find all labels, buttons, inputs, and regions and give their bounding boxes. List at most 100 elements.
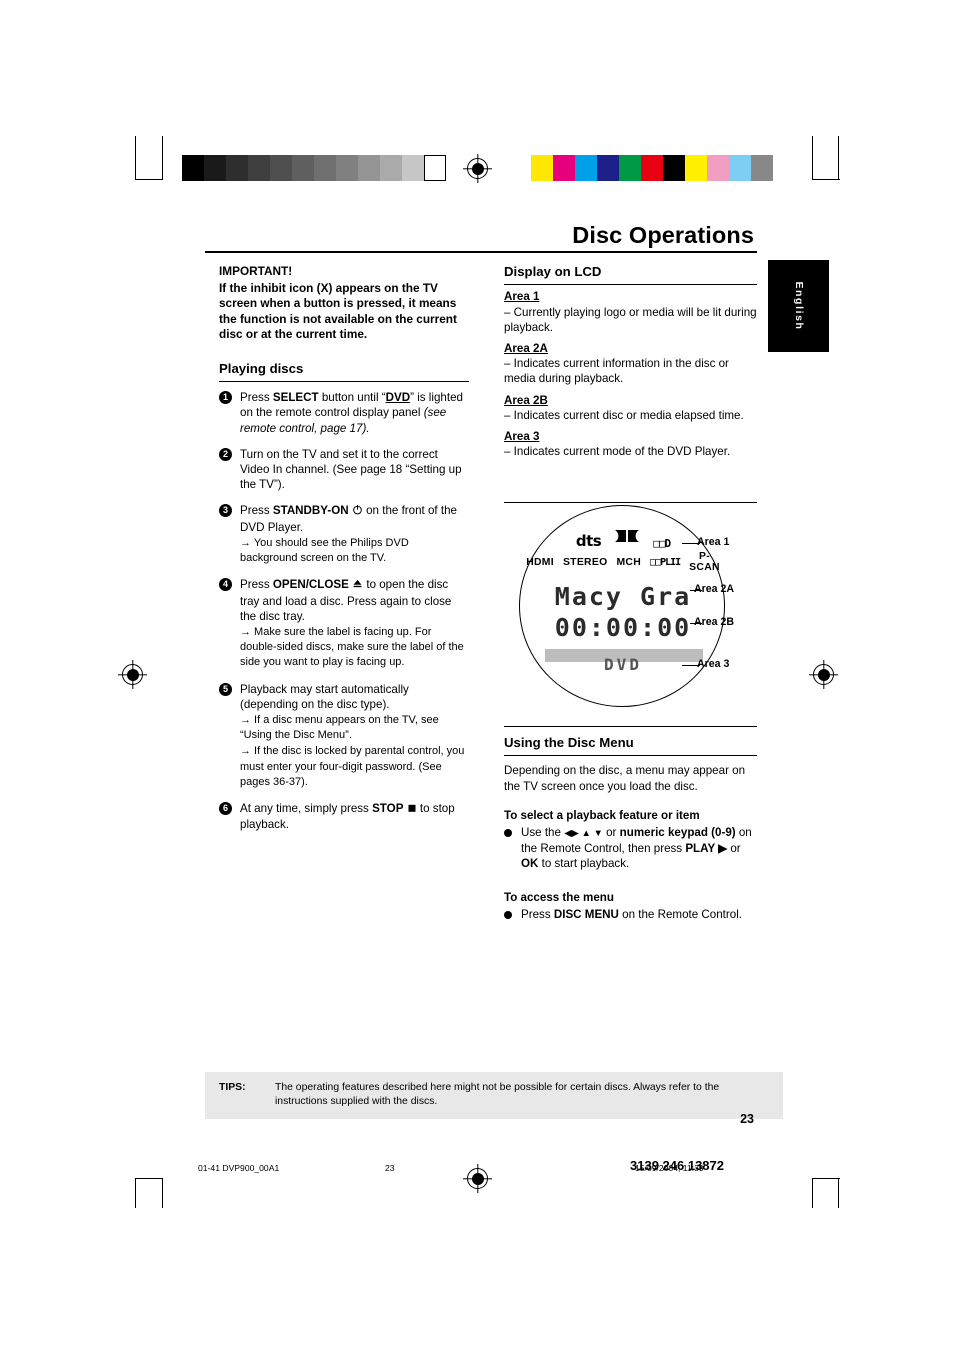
select-feature-heading: To select a playback feature or item — [504, 808, 700, 822]
ddplii-label: □□PLII — [650, 556, 681, 568]
disc-menu-rule — [504, 755, 757, 757]
playing-discs-heading: Playing discs — [219, 360, 304, 376]
callout-leader-2b — [690, 623, 702, 624]
stop-icon — [407, 802, 417, 817]
crop-mark-bl-v2 — [162, 1178, 164, 1208]
playing-discs-rule — [219, 381, 469, 383]
step-bold-dvd: DVD — [385, 391, 411, 405]
registration-mark-right — [813, 664, 834, 685]
area-text: – Indicates current information in the d… — [504, 357, 729, 386]
callout-area3: Area 3 — [697, 658, 730, 670]
step-number: 6 — [219, 801, 232, 815]
step-bold-stop: STOP — [372, 801, 404, 815]
select-bold-play: PLAY ▶ — [685, 842, 728, 856]
dolby-surround-icon — [614, 527, 640, 550]
mch-label: MCH — [616, 556, 642, 568]
step-text-before: Press — [240, 504, 273, 518]
step-note: → You should see the Philips DVD backgro… — [240, 536, 409, 565]
step-text-mid: button until “ — [318, 391, 386, 405]
disc-menu-heading: Using the Disc Menu — [504, 735, 634, 750]
step-text-before: Press — [240, 578, 273, 592]
registration-mark-top — [467, 158, 488, 179]
hdmi-label: HDMI — [526, 556, 554, 568]
display-on-lcd-heading: Display on LCD — [504, 264, 602, 279]
footer-part-number: 3139 246 13872 — [630, 1158, 724, 1173]
crop-mark-tl-v2 — [162, 136, 164, 180]
step-note: → If the disc is locked by parental cont… — [240, 745, 465, 788]
language-tab: English — [768, 260, 829, 352]
step-number: 5 — [219, 682, 232, 696]
crop-mark-bl-v — [135, 1178, 137, 1208]
step-text-before: Press — [240, 391, 273, 405]
select-text-5: to start playback. — [538, 857, 630, 871]
access-menu-heading: To access the menu — [504, 890, 614, 904]
language-tab-label: English — [792, 281, 805, 331]
bullet-icon — [504, 910, 512, 919]
select-bold-keypad: numeric keypad (0-9) — [619, 825, 736, 839]
select-text-1: Use the — [521, 825, 565, 839]
callout-area2a: Area 2A — [694, 583, 735, 595]
step-text: Playback may start automatically (depend… — [240, 682, 409, 711]
callout-leader-1 — [682, 543, 700, 544]
lcd-time-text: 00:00:00 — [554, 613, 692, 642]
step-number: 3 — [219, 504, 232, 518]
area-label: Area 3 — [504, 429, 540, 443]
list-item: Use the ◀▶ ▲ ▼ or numeric keypad (0-9) o… — [504, 825, 757, 872]
document-page: Disc Operations English IMPORTANT! If th… — [0, 0, 954, 1351]
dts-icon: dts — [575, 532, 602, 550]
title-rule — [205, 251, 757, 253]
callout-area2b: Area 2B — [694, 616, 735, 628]
step-text: Turn on the TV and set it to the correct… — [240, 447, 462, 492]
step-note: → If a disc menu appears on the TV, see … — [240, 713, 439, 742]
bullet-icon — [504, 828, 512, 837]
step-text-before: At any time, simply press — [240, 801, 373, 815]
select-bold-ok: OK — [521, 857, 539, 871]
crop-mark-br-v — [812, 1178, 814, 1208]
crop-mark-br-h — [812, 1178, 840, 1180]
tips-label: TIPS: — [219, 1082, 246, 1093]
step-bold-standby: STANDBY-ON — [272, 504, 349, 518]
area-definition: Area 3 – Indicates current mode of the D… — [504, 429, 757, 459]
eject-icon — [352, 578, 363, 593]
important-text: If the inhibit icon (X) appears on the T… — [219, 280, 457, 342]
list-item: 1 Press SELECT button until “DVD” is lig… — [219, 390, 469, 436]
crop-mark-bl-h — [135, 1178, 163, 1180]
grayscale-calibration-bar — [182, 155, 446, 181]
left-column: IMPORTANT! If the inhibit icon (X) appea… — [219, 264, 469, 843]
access-text-1: Press — [521, 907, 554, 921]
list-item: 6 At any time, simply press STOP to stop… — [219, 801, 469, 832]
crop-mark-br-v2 — [838, 1178, 840, 1208]
right-column: Display on LCD Area 1 – Currently playin… — [504, 264, 757, 459]
area-text: – Indicates current mode of the DVD Play… — [504, 445, 731, 459]
select-text-2: or — [602, 825, 620, 839]
registration-mark-left — [122, 664, 143, 685]
lcd-main-text: Macy Gra — [554, 582, 692, 611]
power-icon — [352, 504, 363, 519]
access-bold-discmenu: DISC MENU — [553, 907, 619, 921]
area-text: – Currently playing logo or media will b… — [504, 305, 757, 334]
display-heading-rule — [504, 284, 757, 286]
disc-menu-text: Depending on the disc, a menu may appear… — [504, 764, 746, 793]
crop-mark-tl-v — [135, 136, 137, 180]
footer-file-name: 01-41 DVP900_00A1 — [198, 1163, 280, 1173]
footer-page-number: 23 — [385, 1163, 395, 1173]
tips-text: The operating features described here mi… — [275, 1082, 720, 1107]
lcd-mode-text: DVD — [604, 655, 642, 674]
page-number: 23 — [740, 1112, 754, 1126]
figure-bottom-rule — [504, 726, 757, 728]
tips-box: TIPS: The operating features described h… — [205, 1072, 783, 1119]
crop-mark-tr-v — [812, 136, 814, 180]
area-label: Area 2A — [504, 341, 548, 355]
stereo-label: STEREO — [562, 556, 608, 568]
area-definition: Area 2B – Indicates current disc or medi… — [504, 393, 757, 423]
page-title: Disc Operations — [572, 222, 754, 248]
callout-area1: Area 1 — [697, 536, 730, 548]
step-number: 4 — [219, 578, 232, 592]
list-item: 2 Turn on the TV and set it to the corre… — [219, 447, 469, 493]
important-heading: IMPORTANT! — [219, 264, 293, 278]
area-text: – Indicates current disc or media elapse… — [504, 408, 744, 422]
area-definition: Area 2A – Indicates current information … — [504, 341, 757, 387]
lcd-display-figure: dts □□D HDMI STEREO MCH □□PLII P-SCAN Ma… — [504, 503, 757, 717]
list-item: 3 Press STANDBY-ON on the front of the D… — [219, 503, 469, 566]
color-calibration-bar — [531, 155, 773, 181]
